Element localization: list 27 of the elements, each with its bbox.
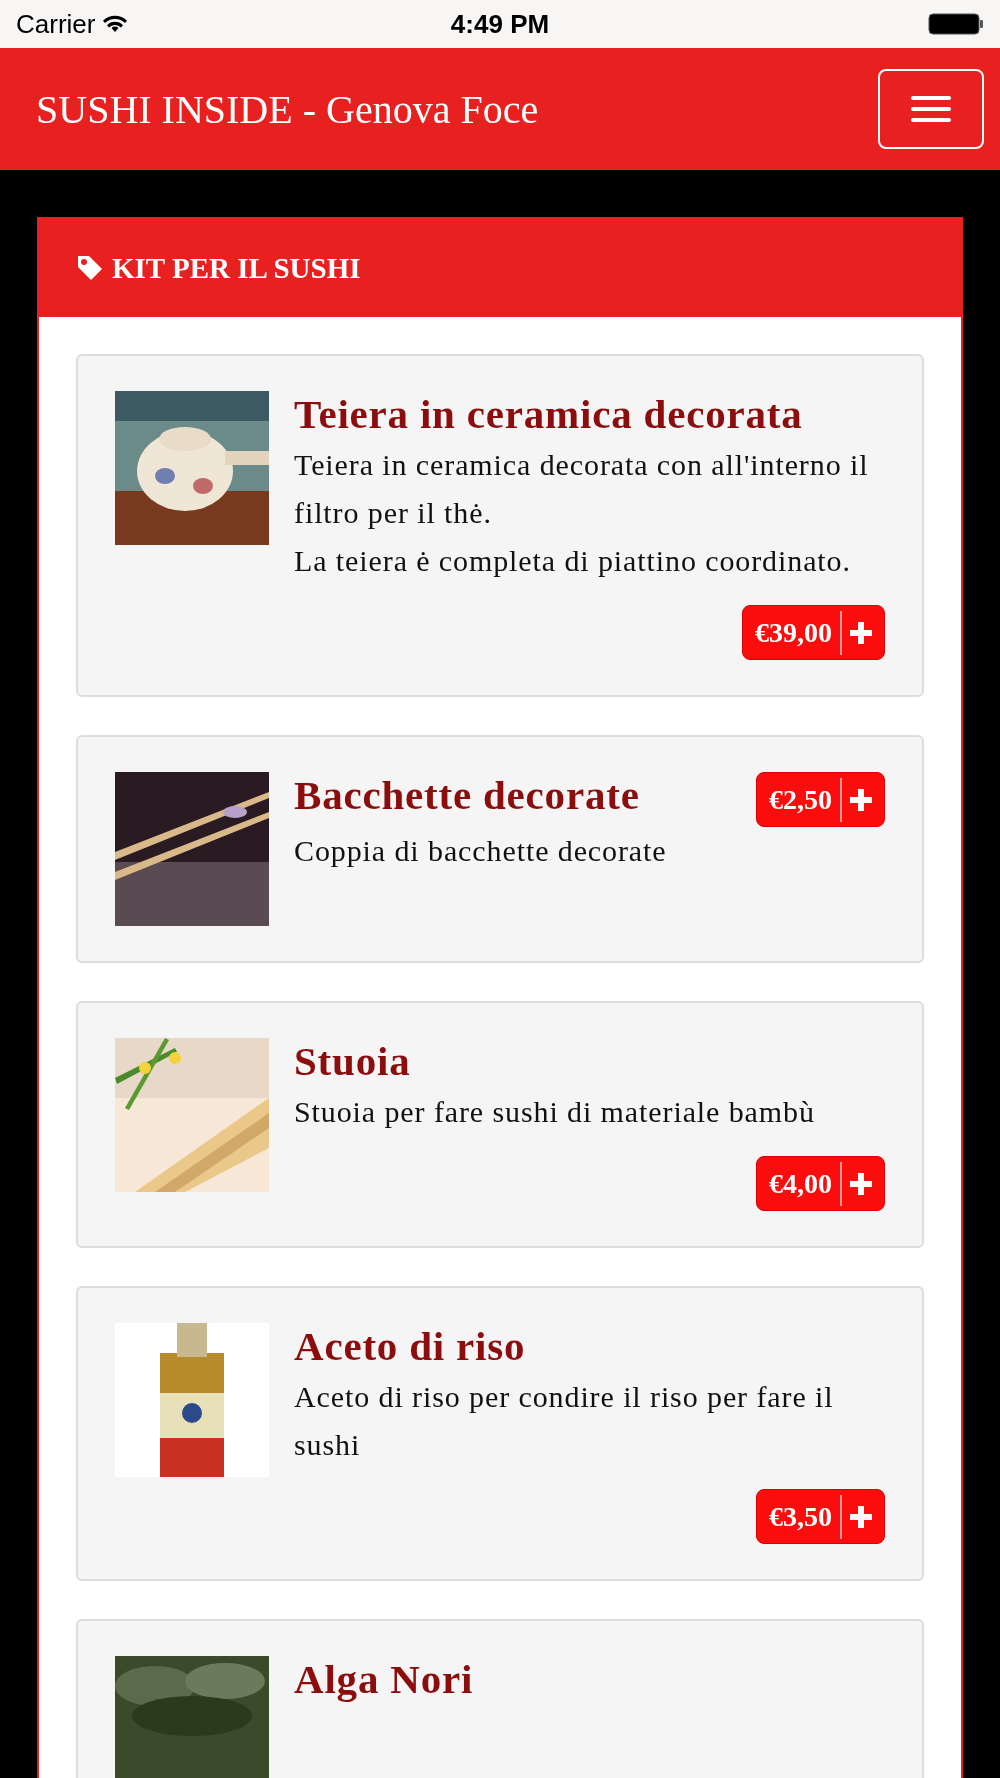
site-title[interactable]: SUSHI INSIDE - Genova Foce	[36, 85, 539, 133]
product-name: Stuoia	[294, 1038, 411, 1084]
carrier-name: Carrier	[16, 8, 96, 40]
tag-icon	[76, 254, 104, 282]
menu-button[interactable]	[878, 69, 984, 149]
add-to-cart-button[interactable]: €3,50	[756, 1489, 885, 1544]
wifi-icon	[103, 15, 128, 33]
product-description: Aceto di riso per condire il riso per fare il sushi	[294, 1379, 835, 1463]
add-to-cart-button[interactable]: €4,00	[756, 1156, 885, 1211]
clock-time: 4:49 PM	[450, 8, 550, 40]
battery-icon	[928, 13, 984, 35]
product-name: Alga Nori	[294, 1656, 474, 1702]
add-to-cart-button[interactable]: €39,00	[742, 605, 885, 660]
panel-title: KIT PER IL SUSHI	[112, 251, 361, 285]
plus-icon	[850, 621, 872, 644]
plus-icon	[850, 788, 872, 811]
product-name: Aceto di riso	[294, 1323, 526, 1369]
product-name: Bacchette decorate	[294, 772, 640, 818]
product-description: Stuoia per fare sushi di materiale bambù	[294, 1094, 816, 1130]
product-description: La teiera ė completa di piattino coordinato.	[294, 543, 852, 579]
add-to-cart-button[interactable]: €2,50	[756, 772, 885, 827]
product-description: Teiera in ceramica decorata con all'interno il filtro per il thė.	[294, 447, 870, 531]
plus-icon	[850, 1505, 872, 1528]
menu-icon	[911, 94, 951, 124]
plus-icon	[850, 1172, 872, 1195]
product-name: Teiera in ceramica decorata	[294, 391, 803, 437]
product-description: Coppia di bacchette decorate	[294, 833, 668, 869]
